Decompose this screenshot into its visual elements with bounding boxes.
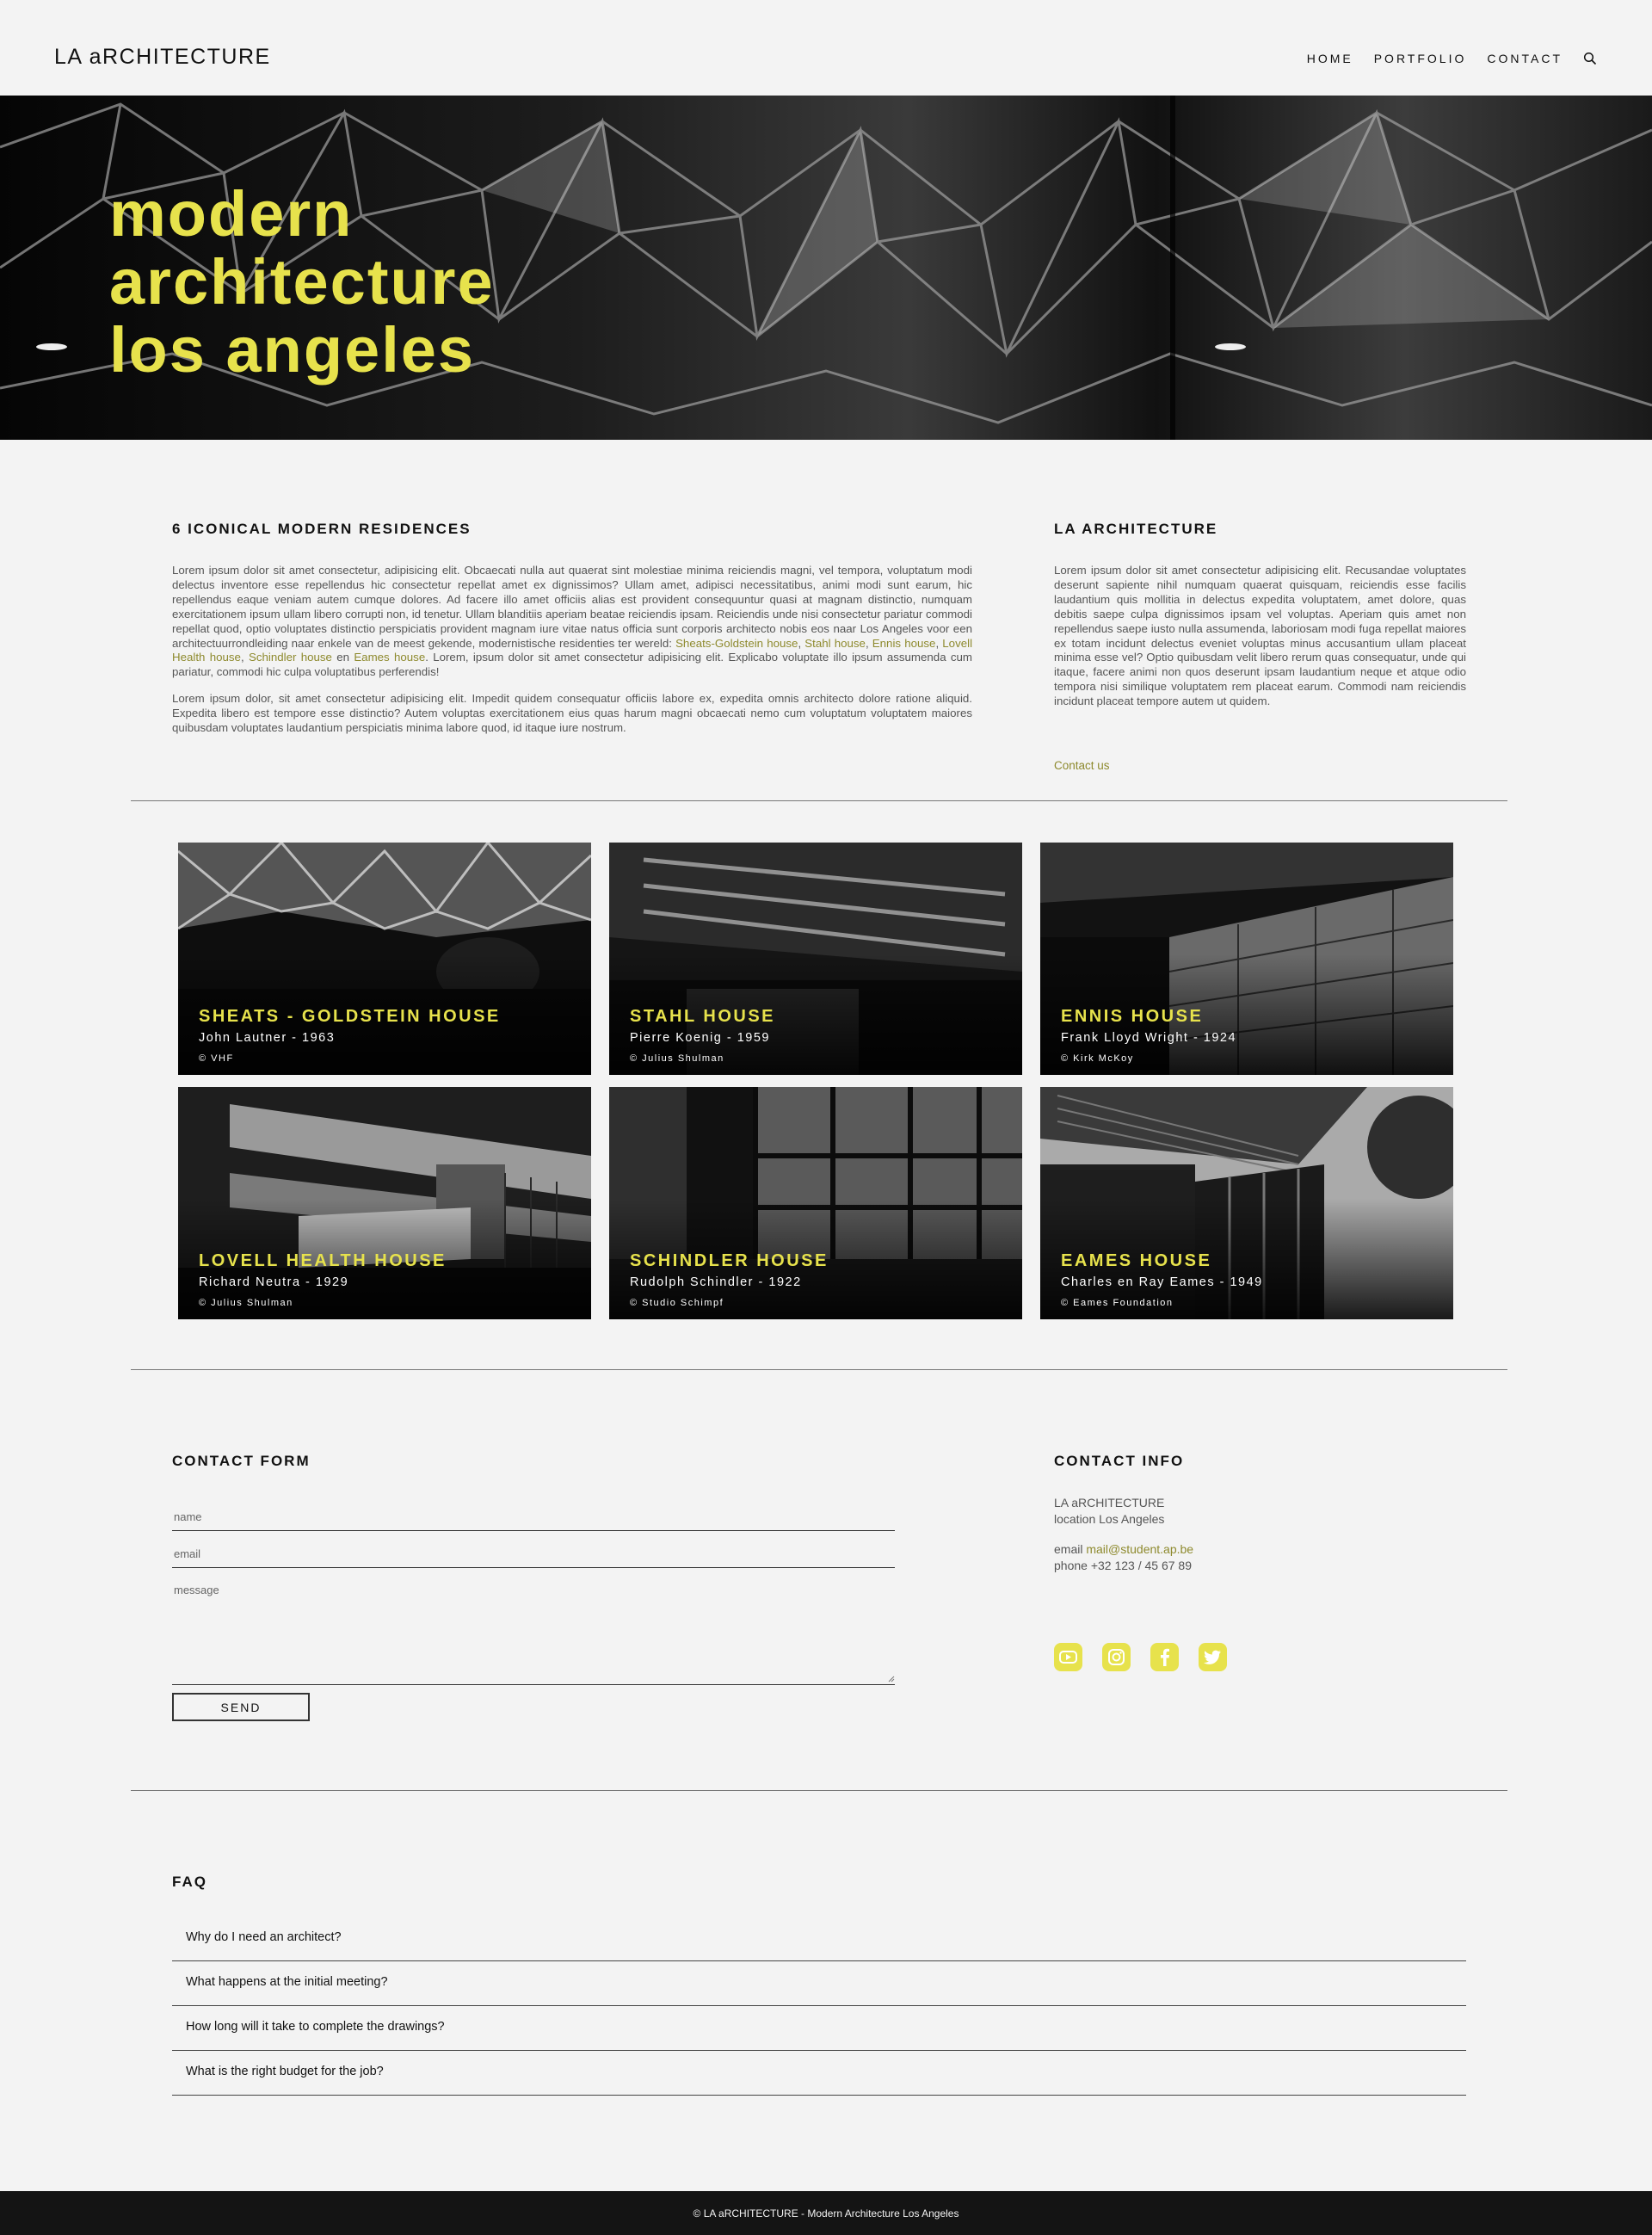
contact-info-heading: CONTACT INFO — [1054, 1453, 1185, 1469]
intro-paragraph: Lorem ipsum dolor sit amet consectetur, … — [172, 564, 972, 680]
hero-banner: modern architecture los angeles — [0, 96, 1652, 440]
nav-home[interactable]: HOME — [1307, 52, 1353, 65]
hero-title-line: modern — [109, 178, 354, 250]
portfolio-card[interactable]: SHEATS - GOLDSTEIN HOUSE John Lautner - … — [178, 843, 591, 1075]
about-heading: LA ARCHITECTURE — [1054, 521, 1218, 537]
name-field[interactable]: name — [172, 1505, 895, 1531]
portfolio-card[interactable]: EAMES HOUSE Charles en Ray Eames - 1949 … — [1040, 1087, 1453, 1319]
separator: , — [240, 651, 249, 664]
card-architect: Pierre Koenig - 1959 — [630, 1031, 770, 1045]
faq-item[interactable]: What is the right budget for the job? — [172, 2051, 1466, 2096]
site-logo[interactable]: LA aRCHITECTURE — [54, 45, 271, 70]
instagram-icon[interactable] — [1102, 1643, 1131, 1671]
twitter-icon[interactable] — [1199, 1643, 1227, 1671]
card-credit: © Julius Shulman — [630, 1053, 724, 1064]
card-architect: Frank Lloyd Wright - 1924 — [1061, 1031, 1237, 1045]
contact-us-link[interactable]: Contact us — [1054, 759, 1110, 772]
faq-item[interactable]: How long will it take to complete the dr… — [172, 2006, 1466, 2051]
card-title: STAHL HOUSE — [630, 1007, 775, 1026]
link-eames[interactable]: Eames house — [354, 651, 425, 664]
divider — [131, 1369, 1507, 1370]
portfolio-card[interactable]: ENNIS HOUSE Frank Lloyd Wright - 1924 © … — [1040, 843, 1453, 1075]
portfolio-card[interactable]: LOVELL HEALTH HOUSE Richard Neutra - 192… — [178, 1087, 591, 1319]
link-schindler[interactable]: Schindler house — [249, 651, 332, 664]
message-field[interactable]: message — [172, 1580, 895, 1685]
faq-question: What happens at the initial meeting? — [186, 1975, 388, 1989]
contact-info-email: email mail@student.ap.be — [1054, 1541, 1193, 1558]
facebook-icon[interactable] — [1150, 1643, 1179, 1671]
resize-handle-icon[interactable] — [888, 1676, 895, 1682]
about-paragraph: Lorem ipsum dolor sit amet consectetur a… — [1054, 564, 1466, 708]
email-field[interactable]: email — [172, 1542, 895, 1568]
site-footer: © LA aRCHITECTURE - Modern Architecture … — [0, 2191, 1652, 2235]
portfolio-card[interactable]: STAHL HOUSE Pierre Koenig - 1959 © Juliu… — [609, 843, 1022, 1075]
card-title: LOVELL HEALTH HOUSE — [199, 1251, 447, 1270]
link-stahl[interactable]: Stahl house — [804, 637, 866, 650]
contact-info-phone: phone +32 123 / 45 67 89 — [1054, 1559, 1192, 1572]
email-label: email — [1054, 1542, 1087, 1556]
link-sheats-goldstein[interactable]: Sheats-Goldstein house — [675, 637, 798, 650]
faq-question: How long will it take to complete the dr… — [186, 2020, 445, 2034]
intro-paragraph-2: Lorem ipsum dolor, sit amet consectetur … — [172, 692, 972, 735]
main-nav: HOME PORTFOLIO CONTACT — [1286, 52, 1597, 65]
hero-title-line: los angeles — [109, 314, 476, 386]
faq-heading: FAQ — [172, 1874, 207, 1890]
card-credit: © VHF — [199, 1053, 234, 1064]
hero-title: modern architecture los angeles — [109, 180, 495, 384]
search-icon[interactable] — [1583, 52, 1597, 65]
card-title: SCHINDLER HOUSE — [630, 1251, 829, 1270]
card-credit: © Julius Shulman — [199, 1298, 293, 1308]
portfolio-grid: SHEATS - GOLDSTEIN HOUSE John Lautner - … — [178, 843, 1453, 1319]
link-ennis[interactable]: Ennis house — [872, 637, 936, 650]
youtube-icon[interactable] — [1054, 1643, 1082, 1671]
contact-form-heading: CONTACT FORM — [172, 1453, 311, 1469]
portfolio-card[interactable]: SCHINDLER HOUSE Rudolph Schindler - 1922… — [609, 1087, 1022, 1319]
contact-info-company: LA aRCHITECTURE — [1054, 1496, 1165, 1510]
faq-item[interactable]: What happens at the initial meeting? — [172, 1961, 1466, 2006]
contact-info-location: location Los Angeles — [1054, 1512, 1165, 1526]
card-architect: Charles en Ray Eames - 1949 — [1061, 1275, 1263, 1289]
message-placeholder: message — [174, 1584, 219, 1596]
card-credit: © Eames Foundation — [1061, 1298, 1174, 1308]
nav-portfolio[interactable]: PORTFOLIO — [1374, 52, 1467, 65]
card-credit: © Kirk McKoy — [1061, 1053, 1134, 1064]
about-text: Lorem ipsum dolor sit amet consectetur a… — [1054, 564, 1466, 721]
faq-question: What is the right budget for the job? — [186, 2065, 384, 2078]
email-placeholder: email — [174, 1547, 201, 1560]
nav-contact[interactable]: CONTACT — [1487, 52, 1563, 65]
card-architect: John Lautner - 1963 — [199, 1031, 336, 1045]
faq-question: Why do I need an architect? — [186, 1930, 342, 1944]
divider — [131, 1790, 1507, 1791]
email-link[interactable]: mail@student.ap.be — [1086, 1542, 1193, 1556]
card-architect: Richard Neutra - 1929 — [199, 1275, 349, 1289]
intro-text: Lorem ipsum dolor sit amet consectetur, … — [172, 564, 972, 748]
intro-heading: 6 ICONICAL MODERN RESIDENCES — [172, 521, 472, 537]
name-placeholder: name — [174, 1510, 202, 1523]
card-title: SHEATS - GOLDSTEIN HOUSE — [199, 1007, 501, 1026]
card-architect: Rudolph Schindler - 1922 — [630, 1275, 802, 1289]
site-header: LA aRCHITECTURE HOME PORTFOLIO CONTACT — [0, 0, 1652, 96]
card-title: ENNIS HOUSE — [1061, 1007, 1204, 1026]
send-button[interactable]: SEND — [172, 1693, 310, 1721]
card-title: EAMES HOUSE — [1061, 1251, 1212, 1270]
divider — [131, 800, 1507, 801]
separator: , — [865, 636, 872, 650]
hero-title-line: architecture — [109, 246, 495, 318]
footer-copyright: © LA aRCHITECTURE - Modern Architecture … — [693, 2207, 959, 2220]
separator: en — [331, 651, 354, 664]
faq-item[interactable]: Why do I need an architect? — [172, 1917, 1466, 1961]
card-credit: © Studio Schimpf — [630, 1298, 724, 1308]
